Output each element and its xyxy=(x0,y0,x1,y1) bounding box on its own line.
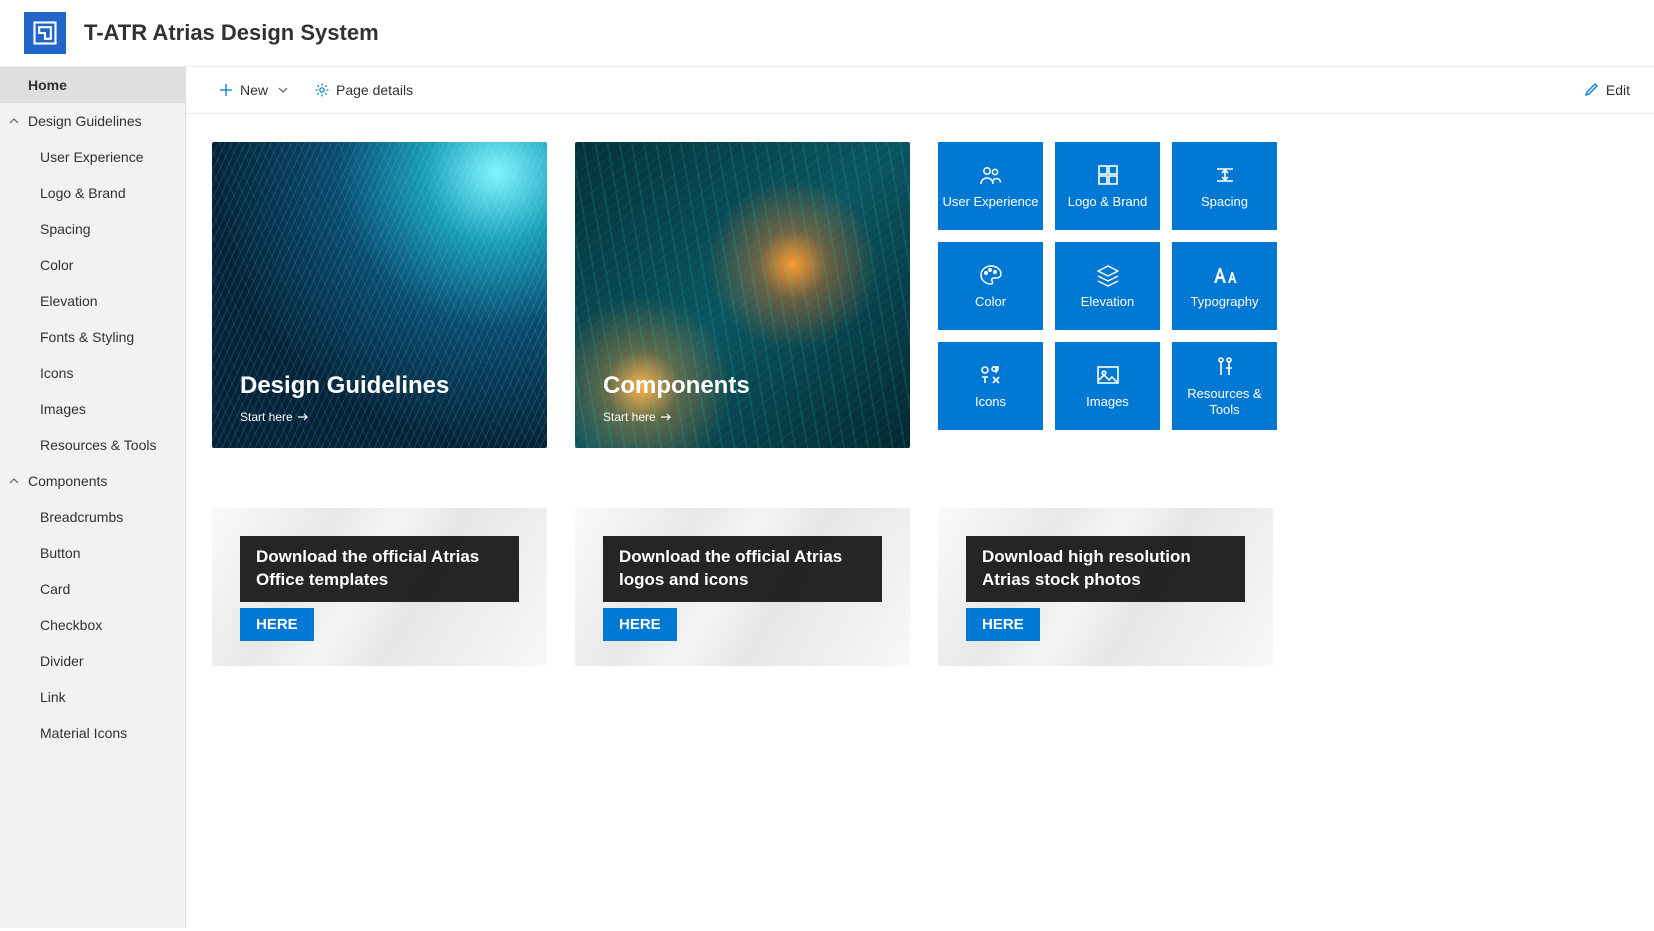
nav-home-label: Home xyxy=(28,77,67,93)
spacing-icon xyxy=(1213,162,1237,188)
nav-item-resources-tools[interactable]: Resources & Tools xyxy=(0,427,185,463)
pencil-icon xyxy=(1584,81,1600,100)
gear-icon xyxy=(314,82,330,98)
plus-icon xyxy=(218,82,234,98)
nav-section-label: Components xyxy=(28,473,107,489)
hero-cta[interactable]: Start here xyxy=(240,410,449,424)
layers-icon xyxy=(1095,262,1121,288)
nav-item-icons[interactable]: Icons xyxy=(0,355,185,391)
tile-user-experience[interactable]: User Experience xyxy=(938,142,1043,230)
tools-icon xyxy=(1213,354,1237,380)
nav-section-design-guidelines[interactable]: Design Guidelines xyxy=(0,103,185,139)
page-details-button[interactable]: Page details xyxy=(306,76,421,104)
site-title: T-ATR Atrias Design System xyxy=(84,20,379,46)
arrow-right-icon xyxy=(660,412,672,422)
nav-item-elevation[interactable]: Elevation xyxy=(0,283,185,319)
hero-title: Design Guidelines xyxy=(240,372,449,400)
download-here-button[interactable]: HERE xyxy=(966,608,1040,641)
download-card-templates: Download the official Atrias Office temp… xyxy=(212,508,547,666)
download-title: Download the official Atrias Office temp… xyxy=(240,536,519,602)
new-button[interactable]: New xyxy=(210,76,296,104)
tile-resources-tools[interactable]: Resources & Tools xyxy=(1172,342,1277,430)
tile-images[interactable]: Images xyxy=(1055,342,1160,430)
type-icon xyxy=(1211,262,1239,288)
nav-section-label: Design Guidelines xyxy=(28,113,142,129)
nav-item-checkbox[interactable]: Checkbox xyxy=(0,607,185,643)
hero-card-design-guidelines[interactable]: Design Guidelines Start here xyxy=(212,142,547,448)
tile-icons[interactable]: Icons xyxy=(938,342,1043,430)
download-card-logos: Download the official Atrias logos and i… xyxy=(575,508,910,666)
edit-button[interactable]: Edit xyxy=(1584,81,1630,100)
download-here-button[interactable]: HERE xyxy=(240,608,314,641)
main-content: New Page details xyxy=(186,67,1654,928)
hero-cta[interactable]: Start here xyxy=(603,410,750,424)
chevron-down-icon xyxy=(278,82,288,98)
nav-item-breadcrumbs[interactable]: Breadcrumbs xyxy=(0,499,185,535)
grid-icon xyxy=(1096,162,1120,188)
chevron-up-icon xyxy=(8,115,20,127)
nav-item-user-experience[interactable]: User Experience xyxy=(0,139,185,175)
download-title: Download the official Atrias logos and i… xyxy=(603,536,882,602)
download-card-photos: Download high resolution Atrias stock ph… xyxy=(938,508,1273,666)
download-title: Download high resolution Atrias stock ph… xyxy=(966,536,1245,602)
tile-elevation[interactable]: Elevation xyxy=(1055,242,1160,330)
nav-item-link[interactable]: Link xyxy=(0,679,185,715)
nav-home[interactable]: Home xyxy=(0,67,185,103)
palette-icon xyxy=(978,262,1004,288)
tile-typography[interactable]: Typography xyxy=(1172,242,1277,330)
hero-card-components[interactable]: Components Start here xyxy=(575,142,910,448)
tile-color[interactable]: Color xyxy=(938,242,1043,330)
site-logo[interactable] xyxy=(24,12,66,54)
nav-item-logo-brand[interactable]: Logo & Brand xyxy=(0,175,185,211)
hero-title: Components xyxy=(603,372,750,400)
image-icon xyxy=(1095,362,1121,388)
nav-item-button[interactable]: Button xyxy=(0,535,185,571)
toolbar: New Page details xyxy=(186,67,1654,114)
nav-item-spacing[interactable]: Spacing xyxy=(0,211,185,247)
nav-section-components[interactable]: Components xyxy=(0,463,185,499)
header: T-ATR Atrias Design System xyxy=(0,0,1654,67)
sidebar: Home Design Guidelines User Experience L… xyxy=(0,67,186,928)
nav-item-material-icons[interactable]: Material Icons xyxy=(0,715,185,751)
nav-item-color[interactable]: Color xyxy=(0,247,185,283)
nav-item-card[interactable]: Card xyxy=(0,571,185,607)
download-here-button[interactable]: HERE xyxy=(603,608,677,641)
nav-item-fonts-styling[interactable]: Fonts & Styling xyxy=(0,319,185,355)
tile-logo-brand[interactable]: Logo & Brand xyxy=(1055,142,1160,230)
arrow-right-icon xyxy=(297,412,309,422)
tile-spacing[interactable]: Spacing xyxy=(1172,142,1277,230)
nav-item-divider[interactable]: Divider xyxy=(0,643,185,679)
tile-grid: User Experience Logo & Brand Spacing xyxy=(938,142,1277,448)
people-icon xyxy=(978,162,1004,188)
nav-item-images[interactable]: Images xyxy=(0,391,185,427)
chevron-up-icon xyxy=(8,475,20,487)
shapes-icon xyxy=(978,362,1004,388)
